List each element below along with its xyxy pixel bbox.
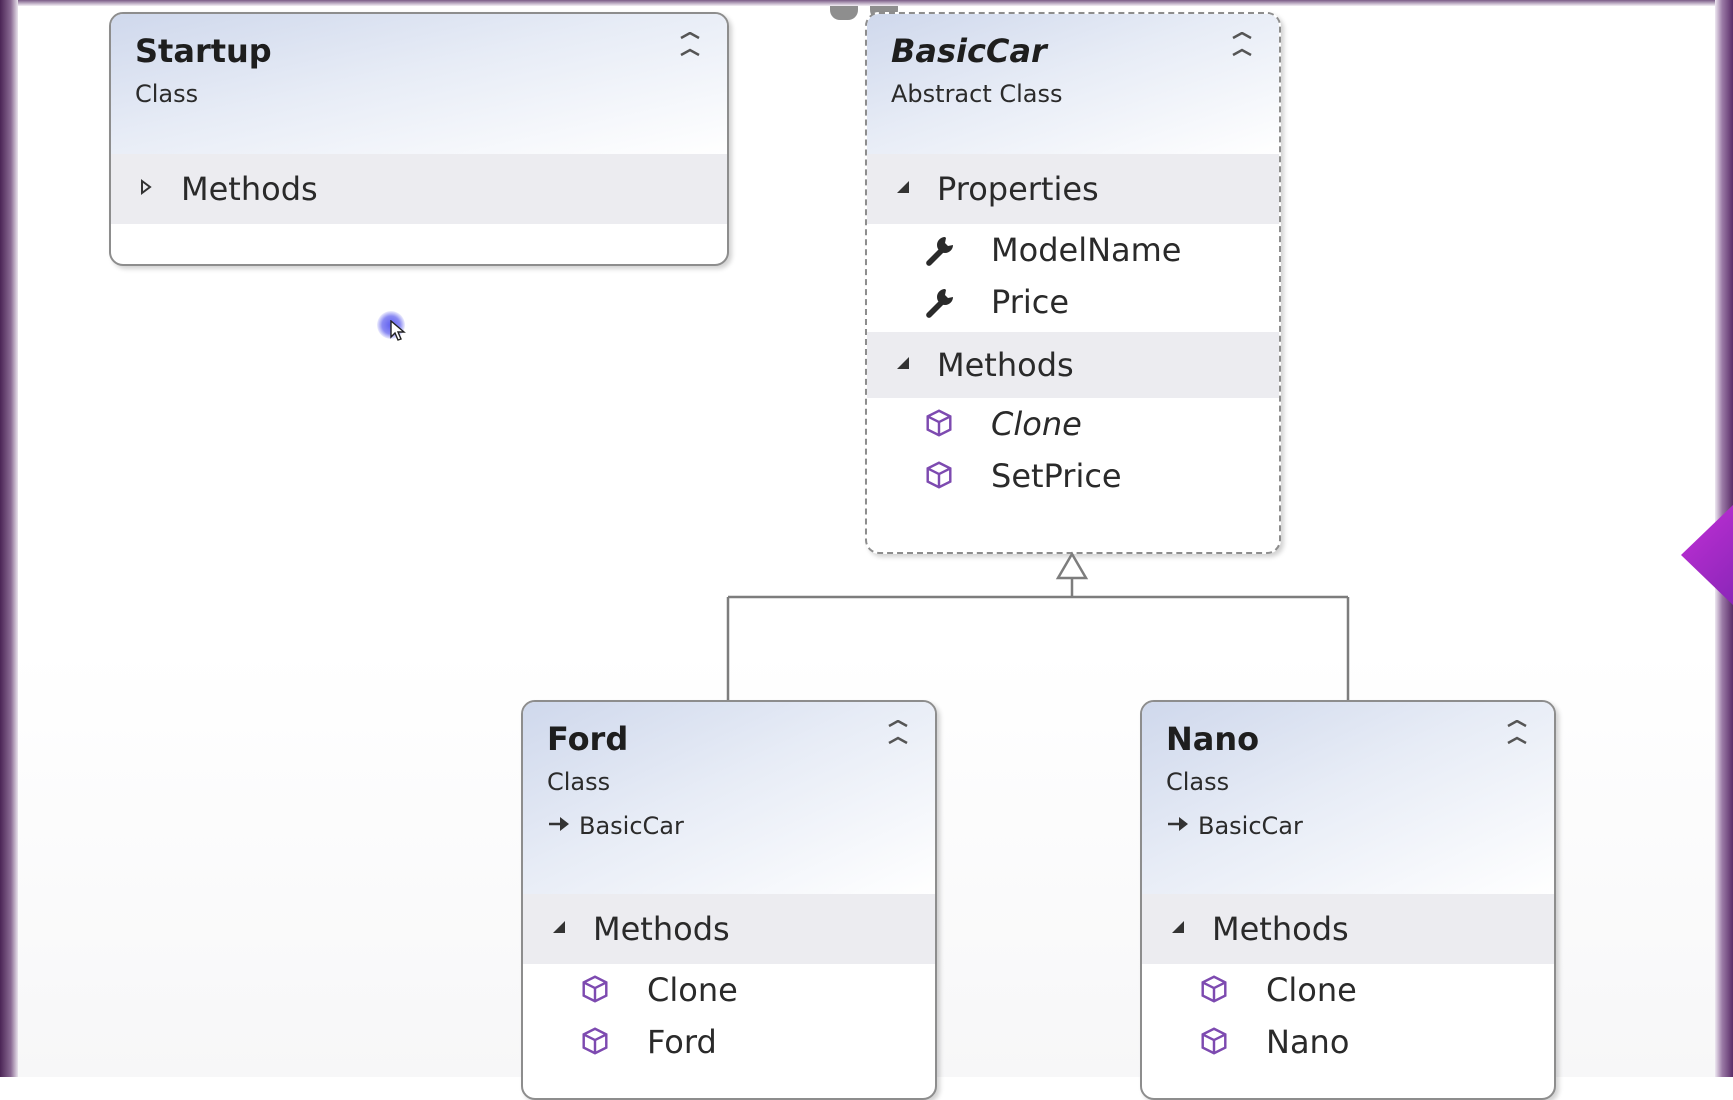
arrow-right-icon [547,812,573,840]
method-name: Ford [647,1023,717,1061]
method-item[interactable]: Clone [1142,964,1554,1016]
cube-icon [1198,1025,1232,1059]
method-name: Clone [1266,971,1357,1009]
base-class: BasicCar [547,812,911,840]
double-chevron-up-icon[interactable] [1502,720,1532,750]
section-methods[interactable]: Methods [1142,894,1554,964]
class-diagram-canvas[interactable]: Startup Class Methods BasicCar Abstract … [18,6,1715,1100]
class-name: Nano [1166,720,1260,758]
method-name: Clone [647,971,738,1009]
cube-icon [579,973,613,1007]
window-left-frame [0,0,18,1077]
arrow-right-icon [1166,812,1192,840]
triangle-down-icon [1170,919,1188,940]
method-item[interactable]: Ford [523,1016,935,1068]
section-label: Methods [593,910,730,948]
triangle-down-icon [551,919,569,940]
method-item[interactable]: Clone [523,964,935,1016]
section-methods[interactable]: Methods [523,894,935,964]
class-kind: Class [547,768,611,796]
class-name: Ford [547,720,629,758]
double-chevron-up-icon[interactable] [883,720,913,750]
base-class: BasicCar [1166,812,1530,840]
class-header: Ford Class BasicCar [523,702,935,894]
base-class-name: BasicCar [1198,812,1303,840]
base-class-name: BasicCar [579,812,684,840]
mouse-pointer-icon [390,320,406,341]
class-header: Nano Class BasicCar [1142,702,1554,894]
inheritance-arrowhead [1055,551,1089,580]
class-box-ford[interactable]: Ford Class BasicCar Methods Clone Ford [521,700,937,1100]
section-label: Methods [1212,910,1349,948]
class-box-nano[interactable]: Nano Class BasicCar Methods Clone Nano [1140,700,1556,1100]
cube-icon [579,1025,613,1059]
method-name: Nano [1266,1023,1350,1061]
class-kind: Class [1166,768,1230,796]
cube-icon [1198,973,1232,1007]
method-item[interactable]: Nano [1142,1016,1554,1068]
